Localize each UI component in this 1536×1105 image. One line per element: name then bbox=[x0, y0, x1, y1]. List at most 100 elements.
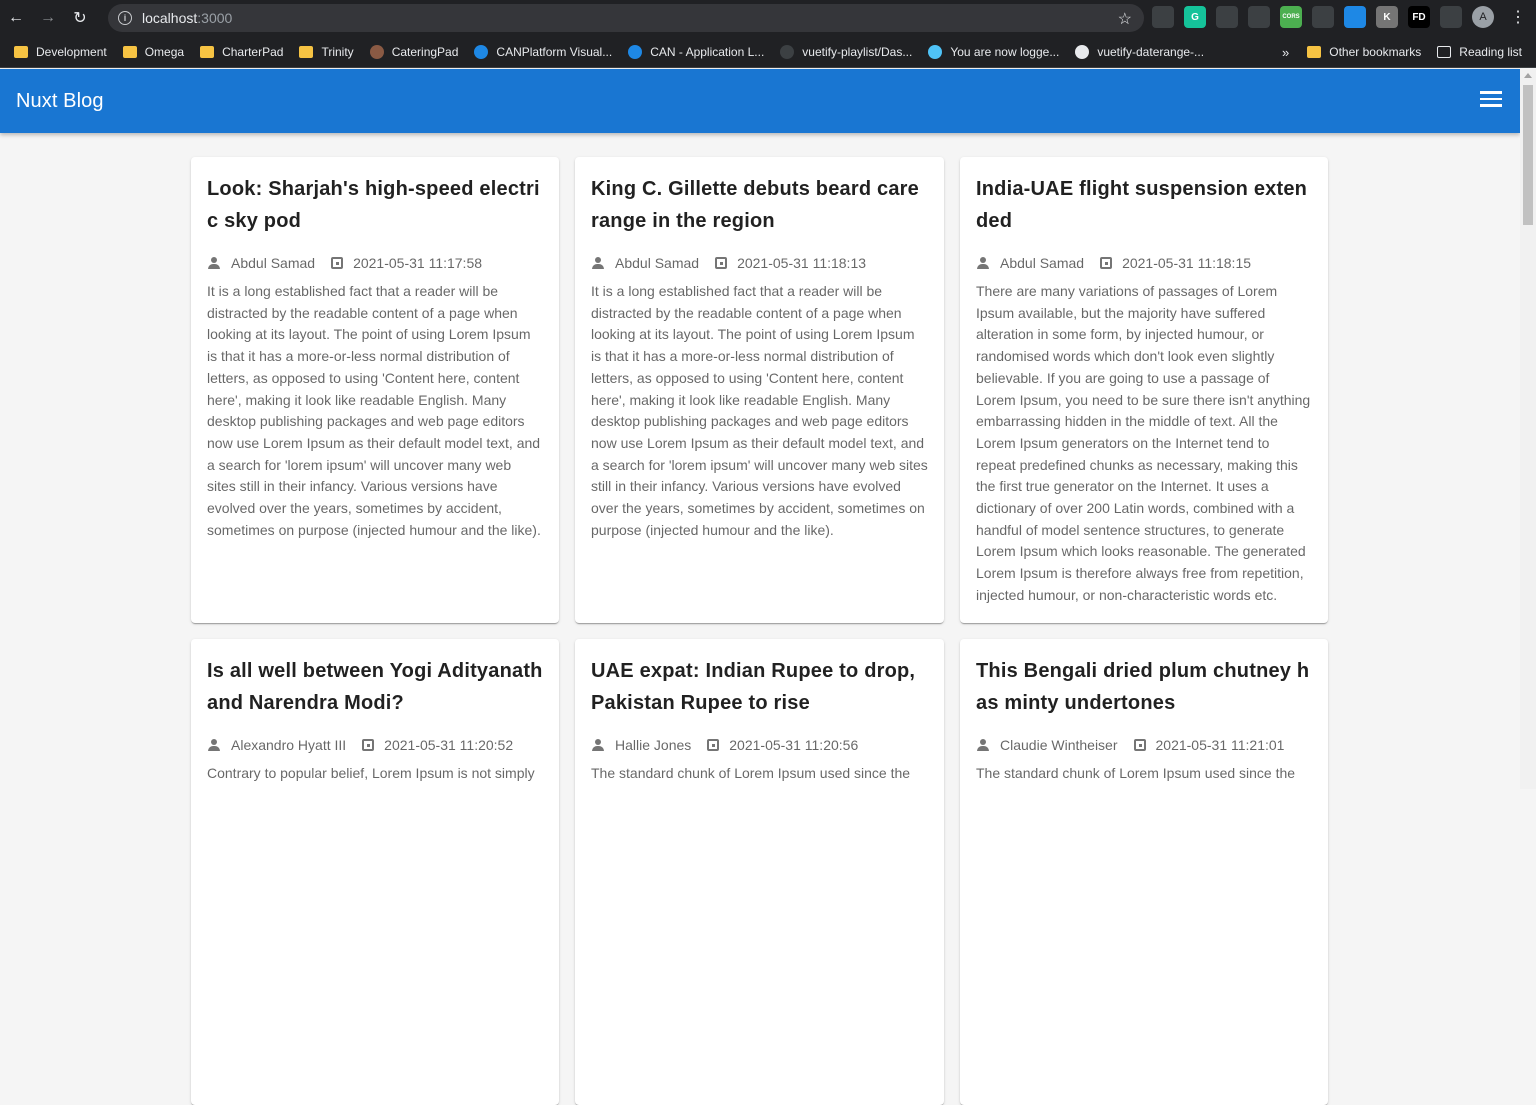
post-author: Abdul Samad bbox=[1000, 255, 1085, 271]
folder-icon bbox=[122, 45, 137, 58]
reading-list-label: Reading list bbox=[1459, 45, 1522, 59]
puzzle-icon[interactable] bbox=[1440, 6, 1462, 28]
post-date: 2021-05-31 11:18:15 bbox=[1122, 255, 1252, 271]
bookmark-item[interactable]: CateringPad bbox=[369, 44, 459, 59]
site-info-icon[interactable]: i bbox=[118, 11, 132, 25]
post-excerpt: It is a long established fact that a rea… bbox=[591, 283, 928, 538]
bookmark-label: Development bbox=[36, 44, 107, 59]
post-date: 2021-05-31 11:21:01 bbox=[1155, 737, 1285, 753]
browser-toolbar: ← → ↻ i localhost:3000 ☆ G CORS K FD A ⋮ bbox=[0, 0, 1536, 36]
bookmark-item[interactable]: Trinity bbox=[299, 44, 354, 59]
post-card[interactable]: This Bengali dried plum chutney has mint… bbox=[960, 639, 1328, 1105]
post-title[interactable]: Is all well between Yogi Adityanath and … bbox=[207, 655, 543, 719]
bookmark-label: vuetify-playlist/Das... bbox=[802, 44, 913, 59]
scroll-up-arrow-icon[interactable] bbox=[1524, 73, 1532, 78]
folder-icon bbox=[14, 45, 28, 58]
address-bar[interactable]: i localhost:3000 ☆ bbox=[108, 4, 1144, 32]
post-card[interactable]: UAE expat: Indian Rupee to drop, Pakista… bbox=[575, 639, 944, 1105]
post-excerpt: There are many variations of passages of… bbox=[976, 283, 1311, 603]
nuxt-icon[interactable] bbox=[1312, 6, 1334, 28]
scrollbar-thumb[interactable] bbox=[1523, 85, 1533, 225]
pen-icon[interactable] bbox=[1152, 6, 1174, 28]
bookmark-item[interactable]: Development bbox=[14, 45, 107, 59]
post-date: 2021-05-31 11:18:13 bbox=[737, 255, 867, 271]
person-icon bbox=[207, 738, 221, 752]
folder-icon bbox=[299, 45, 314, 58]
k-icon[interactable]: K bbox=[1376, 6, 1398, 28]
post-card[interactable]: India-UAE flight suspension extended Abdu… bbox=[960, 157, 1328, 623]
folder-icon bbox=[200, 45, 215, 58]
url-host: localhost bbox=[142, 10, 198, 26]
hamburger-menu-icon[interactable] bbox=[1480, 91, 1502, 111]
reading-list-icon bbox=[1437, 46, 1452, 58]
bookmark-other-label: Other bookmarks bbox=[1329, 45, 1422, 59]
post-meta: Hallie Jones 2021-05-31 11:20:56 bbox=[591, 737, 928, 753]
post-title[interactable]: King C. Gillette debuts beard care range… bbox=[591, 173, 928, 237]
post-title[interactable]: Look: Sharjah's high-speed electric sky … bbox=[207, 173, 543, 237]
post-card[interactable]: Is all well between Yogi Adityanath and … bbox=[191, 639, 559, 1105]
app-bar: Nuxt Blog bbox=[0, 69, 1520, 133]
calendar-icon bbox=[1133, 739, 1146, 751]
bookmark-other[interactable]: Other bookmarks bbox=[1307, 45, 1421, 59]
bookmarks-bar: Development Omega CharterPad Trinity Caterin… bbox=[0, 36, 1536, 68]
post-author: Alexandro Hyatt III bbox=[231, 737, 347, 753]
app-title[interactable]: Nuxt Blog bbox=[16, 90, 104, 113]
post-card[interactable]: Look: Sharjah's high-speed electric sky … bbox=[191, 157, 559, 623]
back-icon[interactable]: ← bbox=[0, 0, 32, 36]
reading-list-button[interactable]: Reading list bbox=[1437, 45, 1522, 59]
post-author: Claudie Wintheiser bbox=[1000, 737, 1118, 753]
post-date: 2021-05-31 11:20:52 bbox=[384, 737, 514, 753]
bookmark-star-icon[interactable]: ☆ bbox=[1118, 9, 1132, 29]
fd-icon[interactable]: FD bbox=[1408, 6, 1430, 28]
post-excerpt: The standard chunk of Lorem Ipsum used s… bbox=[976, 765, 1296, 781]
post-card[interactable]: King C. Gillette debuts beard care range… bbox=[575, 157, 944, 623]
post-meta: Alexandro Hyatt III 2021-05-31 11:20:52 bbox=[207, 737, 543, 753]
bookmark-item[interactable]: vuetify-daterange-... bbox=[1075, 44, 1204, 59]
bookmark-item[interactable]: CharterPad bbox=[200, 45, 283, 59]
calendar-icon bbox=[707, 739, 720, 751]
url-port: :3000 bbox=[197, 10, 233, 26]
favicon-icon bbox=[474, 44, 489, 59]
post-excerpt: The standard chunk of Lorem Ipsum used s… bbox=[591, 765, 911, 781]
post-meta: Abdul Samad 2021-05-31 11:18:13 bbox=[591, 255, 928, 271]
favicon-icon bbox=[780, 44, 795, 59]
bookmark-item[interactable]: Omega bbox=[122, 44, 185, 59]
bookmark-label: Omega bbox=[144, 44, 185, 59]
post-excerpt: It is a long established fact that a rea… bbox=[207, 283, 541, 538]
cors-icon[interactable]: CORS bbox=[1280, 6, 1302, 28]
person-icon bbox=[976, 738, 990, 752]
bookmark-item[interactable]: vuetify-playlist/Das... bbox=[780, 44, 913, 59]
forward-icon[interactable]: → bbox=[32, 0, 64, 36]
bookmark-item[interactable]: CAN - Application L... bbox=[628, 44, 765, 59]
bookmark-label: CANPlatform Visual... bbox=[496, 44, 613, 59]
browser-menu-icon[interactable]: ⋮ bbox=[1510, 7, 1526, 27]
camera-icon[interactable] bbox=[1248, 6, 1270, 28]
profile-avatar[interactable]: A bbox=[1472, 6, 1494, 28]
calendar-icon bbox=[1100, 257, 1113, 269]
posts-grid: Look: Sharjah's high-speed electric sky … bbox=[191, 157, 1328, 1105]
bookmark-label: CateringPad bbox=[391, 44, 459, 59]
favicon-icon bbox=[628, 44, 643, 59]
bookmarks-overflow-icon[interactable]: » bbox=[1282, 45, 1289, 60]
person-icon bbox=[591, 738, 605, 752]
bookmark-item[interactable]: You are now logge... bbox=[928, 44, 1059, 59]
download-icon[interactable] bbox=[1344, 6, 1366, 28]
post-meta: Abdul Samad 2021-05-31 11:18:15 bbox=[976, 255, 1312, 271]
post-date: 2021-05-31 11:17:58 bbox=[353, 255, 483, 271]
bookmark-label: CharterPad bbox=[222, 44, 284, 59]
post-title[interactable]: India-UAE flight suspension extended bbox=[976, 173, 1312, 237]
bookmark-label: CAN - Application L... bbox=[650, 44, 765, 59]
grammarly-icon[interactable]: G bbox=[1184, 6, 1206, 28]
folder-icon bbox=[1307, 46, 1322, 58]
post-title[interactable]: UAE expat: Indian Rupee to drop, Pakista… bbox=[591, 655, 928, 719]
favicon-icon bbox=[1075, 44, 1090, 59]
reload-icon[interactable]: ↻ bbox=[64, 0, 96, 36]
post-title[interactable]: This Bengali dried plum chutney has mint… bbox=[976, 655, 1312, 719]
bookmark-label: Trinity bbox=[321, 44, 354, 59]
post-author: Abdul Samad bbox=[231, 255, 316, 271]
page-scrollbar[interactable] bbox=[1520, 69, 1536, 789]
recycle-icon[interactable] bbox=[1216, 6, 1238, 28]
bookmark-item[interactable]: CANPlatform Visual... bbox=[474, 44, 613, 59]
post-meta: Claudie Wintheiser 2021-05-31 11:21:01 bbox=[976, 737, 1312, 753]
favicon-icon bbox=[928, 44, 943, 59]
